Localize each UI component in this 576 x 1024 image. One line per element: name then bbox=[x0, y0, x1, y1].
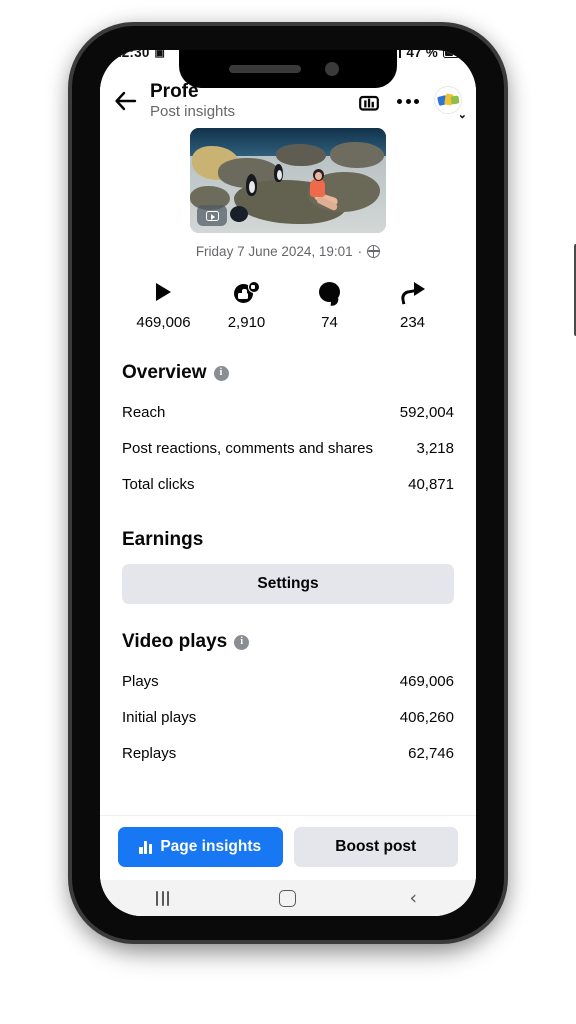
video-plays-row: Replays 62,746 bbox=[122, 735, 454, 771]
screenshot-icon: ▣ bbox=[154, 50, 166, 59]
video-play-badge bbox=[197, 205, 227, 226]
video-thumbnail[interactable] bbox=[190, 128, 386, 233]
stat-value: 74 bbox=[321, 314, 338, 331]
stat-comments[interactable]: 74 bbox=[288, 281, 371, 331]
android-nav-bar: ‹ bbox=[100, 880, 476, 916]
engagement-stats-row: 469,006 2,910 74 234 bbox=[122, 259, 454, 335]
row-value: 62,746 bbox=[408, 744, 454, 762]
display-notch bbox=[179, 50, 397, 88]
battery-percent-label: 47 % bbox=[406, 50, 438, 60]
section-label: Video plays bbox=[122, 631, 228, 652]
section-label: Earnings bbox=[122, 529, 204, 550]
screenshot-root: 22:30 ▣ 47 % Profe Post insights ⌄ Frida… bbox=[0, 0, 576, 1024]
info-icon[interactable]: i bbox=[213, 365, 229, 381]
phone-body: 22:30 ▣ 47 % Profe Post insights ⌄ Frida… bbox=[72, 26, 504, 940]
earpiece-speaker bbox=[229, 65, 301, 73]
page-subtitle: Post insights bbox=[150, 103, 236, 121]
globe-public-icon bbox=[367, 245, 381, 259]
overview-row: Post reactions, comments and shares 3,21… bbox=[122, 430, 454, 466]
row-label: Reach bbox=[122, 403, 166, 421]
settings-button[interactable]: Settings bbox=[122, 564, 454, 604]
row-value: 406,260 bbox=[399, 708, 454, 726]
stat-value: 469,006 bbox=[136, 314, 191, 331]
recents-icon[interactable] bbox=[100, 890, 225, 906]
info-icon[interactable]: i bbox=[234, 634, 250, 650]
video-plays-row: Initial plays 406,260 bbox=[122, 699, 454, 735]
chevron-down-icon: ⌄ bbox=[457, 109, 467, 121]
battery-icon bbox=[443, 50, 465, 58]
insights-content[interactable]: Friday 7 June 2024, 19:01 · 469,006 2,91… bbox=[100, 126, 476, 815]
page-insights-button[interactable]: Page insights bbox=[118, 827, 283, 867]
profile-avatar[interactable]: ⌄ bbox=[434, 86, 467, 121]
row-value: 592,004 bbox=[399, 403, 454, 421]
row-label: Plays bbox=[122, 672, 159, 690]
boost-post-label: Boost post bbox=[335, 838, 417, 855]
play-icon bbox=[156, 281, 171, 303]
reactions-icon bbox=[233, 281, 260, 303]
status-time: 22:30 bbox=[114, 50, 150, 60]
bar-chart-icon bbox=[139, 840, 153, 854]
stat-reactions[interactable]: 2,910 bbox=[205, 281, 288, 331]
section-label: Overview bbox=[122, 362, 207, 383]
boost-post-button[interactable]: Boost post bbox=[293, 827, 458, 867]
phone-frame: 22:30 ▣ 47 % Profe Post insights ⌄ Frida… bbox=[68, 22, 576, 944]
footer-actions: Page insights Boost post bbox=[100, 815, 476, 880]
row-value: 469,006 bbox=[399, 672, 454, 690]
row-label: Post reactions, comments and shares bbox=[122, 439, 373, 457]
stat-value: 234 bbox=[399, 314, 426, 331]
home-icon[interactable] bbox=[225, 889, 350, 907]
section-title-overview: Overview i bbox=[122, 335, 454, 394]
row-value: 40,871 bbox=[408, 475, 454, 493]
back-arrow-icon[interactable] bbox=[110, 86, 140, 116]
row-label: Replays bbox=[122, 744, 177, 762]
row-label: Initial plays bbox=[122, 708, 197, 726]
overview-row: Reach 592,004 bbox=[122, 394, 454, 430]
post-thumbnail-wrapper[interactable] bbox=[122, 126, 454, 233]
post-date: Friday 7 June 2024, 19:01 bbox=[195, 244, 353, 259]
overflow-menu-icon[interactable] bbox=[395, 88, 421, 114]
phone-screen: 22:30 ▣ 47 % Profe Post insights ⌄ Frida… bbox=[100, 50, 476, 916]
section-title-earnings: Earnings bbox=[122, 502, 454, 561]
back-glyph: ‹ bbox=[409, 886, 418, 909]
post-date-row: Friday 7 June 2024, 19:01 · bbox=[122, 233, 454, 259]
comment-icon bbox=[319, 281, 340, 303]
date-separator: · bbox=[357, 244, 363, 259]
section-title-video-plays: Video plays i bbox=[122, 604, 454, 663]
row-value: 3,218 bbox=[416, 439, 454, 457]
stat-plays[interactable]: 469,006 bbox=[122, 281, 205, 331]
header-actions: ⌄ bbox=[356, 86, 467, 121]
row-label: Total clicks bbox=[122, 475, 195, 493]
thumbnail-subject bbox=[302, 168, 339, 218]
stat-value: 2,910 bbox=[227, 314, 266, 331]
share-icon bbox=[401, 281, 425, 303]
bar-chart-icon[interactable] bbox=[356, 88, 382, 114]
front-camera bbox=[325, 62, 339, 76]
back-icon[interactable]: ‹ bbox=[351, 886, 476, 909]
page-insights-label: Page insights bbox=[160, 838, 262, 855]
overview-row: Total clicks 40,871 bbox=[122, 466, 454, 502]
video-plays-row: Plays 469,006 bbox=[122, 663, 454, 699]
stat-shares[interactable]: 234 bbox=[371, 281, 454, 331]
